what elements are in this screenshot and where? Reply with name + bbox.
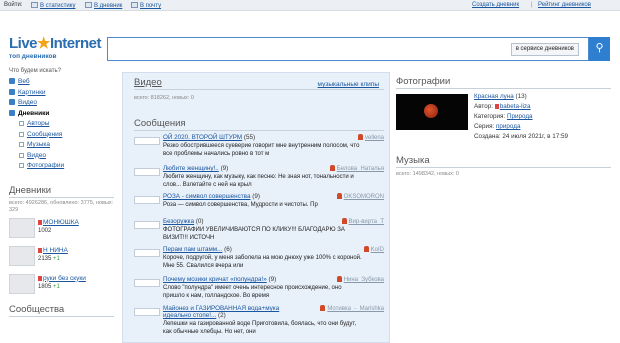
left-column: Что будем искать? Веб Картинки Видео Дне…	[9, 68, 114, 317]
create-diary-link[interactable]: Создать дневник	[472, 2, 519, 8]
user-icon	[336, 193, 342, 199]
video-stats: всего: 818262, новых: 0	[134, 95, 194, 101]
subnav-messages[interactable]: Сообщения	[9, 131, 114, 142]
list-item: руки без скуки 1805 +1	[9, 273, 114, 298]
user-icon	[38, 247, 42, 253]
moon-image	[424, 104, 438, 118]
nav-images[interactable]: Картинки	[9, 88, 114, 100]
search-input[interactable]: в сервисе дневников	[107, 37, 589, 61]
thumbnail[interactable]	[134, 249, 160, 257]
thumbnail[interactable]	[134, 168, 160, 176]
thumbnail[interactable]	[134, 221, 160, 229]
user-icon	[38, 275, 42, 281]
photo-info: Красная луна (13) Автор: babeta-liza Кат…	[474, 93, 568, 140]
search-question: Что будем искать?	[9, 68, 61, 74]
thumbnail[interactable]	[134, 279, 160, 287]
avatar[interactable]	[9, 217, 35, 238]
messages-title: Сообщения	[134, 118, 384, 131]
mail-link[interactable]: В почту	[131, 2, 161, 9]
music-stats: всего: 1498342, новых: 0	[396, 171, 459, 177]
thumbnail[interactable]	[134, 196, 160, 204]
user-icon	[357, 134, 363, 140]
user-icon	[19, 121, 24, 126]
list-item: Н НИНА 2135 +1	[9, 245, 114, 270]
user-icon	[494, 104, 499, 109]
nav-video[interactable]: Видео	[9, 99, 114, 110]
communities-title: Сообщества	[9, 304, 114, 317]
video-icon	[9, 99, 15, 105]
music-icon	[19, 142, 24, 147]
user-icon	[341, 218, 347, 224]
music-title: Музыка	[396, 155, 611, 168]
subnav-photos[interactable]: Фотографии	[9, 162, 114, 173]
search-nav: Веб Картинки Видео Дневники Авторы Сообщ…	[9, 78, 114, 173]
user-icon	[38, 219, 42, 225]
subnav-video[interactable]: Видео	[9, 152, 114, 163]
user-icon	[336, 276, 342, 282]
avatar[interactable]	[9, 245, 35, 266]
diary-link[interactable]: В дневник	[85, 2, 122, 9]
logo[interactable]: Live★Internet	[9, 34, 101, 52]
chart-icon	[31, 2, 38, 8]
search-button[interactable]: ⚲	[589, 37, 610, 61]
rating-link[interactable]: Рейтинг дневников	[538, 2, 591, 8]
globe-icon	[9, 78, 15, 84]
image-icon	[9, 88, 15, 95]
nav-diaries[interactable]: Дневники	[9, 109, 114, 121]
user-icon	[320, 305, 326, 311]
subnav-music[interactable]: Музыка	[9, 141, 114, 152]
diaries-title: Дневники	[9, 185, 114, 198]
logo-subtitle: топ дневников	[9, 53, 57, 60]
divider: |	[531, 2, 533, 8]
user-icon	[329, 165, 335, 171]
mail-icon	[131, 2, 138, 8]
star-icon: ★	[37, 35, 50, 52]
list-item: МОНЮШКА 1002	[9, 217, 114, 242]
right-column: Фотографии Красная луна (13) Автор: babe…	[396, 72, 611, 177]
subnav-authors[interactable]: Авторы	[9, 120, 114, 131]
search-icon: ⚲	[595, 42, 604, 54]
user-icon	[363, 246, 369, 252]
diaries-stats: всего: 4926286, обновлено: 3775, новых: …	[9, 199, 114, 213]
photo-thumbnail[interactable]	[396, 94, 468, 130]
stats-link[interactable]: В статистику	[31, 2, 75, 9]
avatar[interactable]	[9, 273, 35, 294]
film-icon	[19, 152, 24, 158]
top-bar: Войти: В статистику В дневник В почту Со…	[0, 0, 620, 11]
thumbnail[interactable]	[134, 137, 160, 145]
login-label: Войти:	[4, 2, 23, 8]
main-column: Видео музыкальные клипы всего: 818262, н…	[122, 72, 390, 343]
service-select[interactable]: в сервисе дневников	[510, 43, 579, 56]
nav-web[interactable]: Веб	[9, 78, 114, 89]
photo-title[interactable]: Красная луна	[474, 93, 514, 100]
music-clips-link[interactable]: музыкальные клипы	[318, 81, 379, 88]
photos-title: Фотографии	[396, 76, 611, 89]
thumbnail[interactable]	[134, 308, 160, 316]
diary-icon	[9, 109, 15, 116]
message-icon	[19, 131, 24, 137]
book-icon	[85, 2, 92, 8]
camera-icon	[19, 163, 24, 168]
